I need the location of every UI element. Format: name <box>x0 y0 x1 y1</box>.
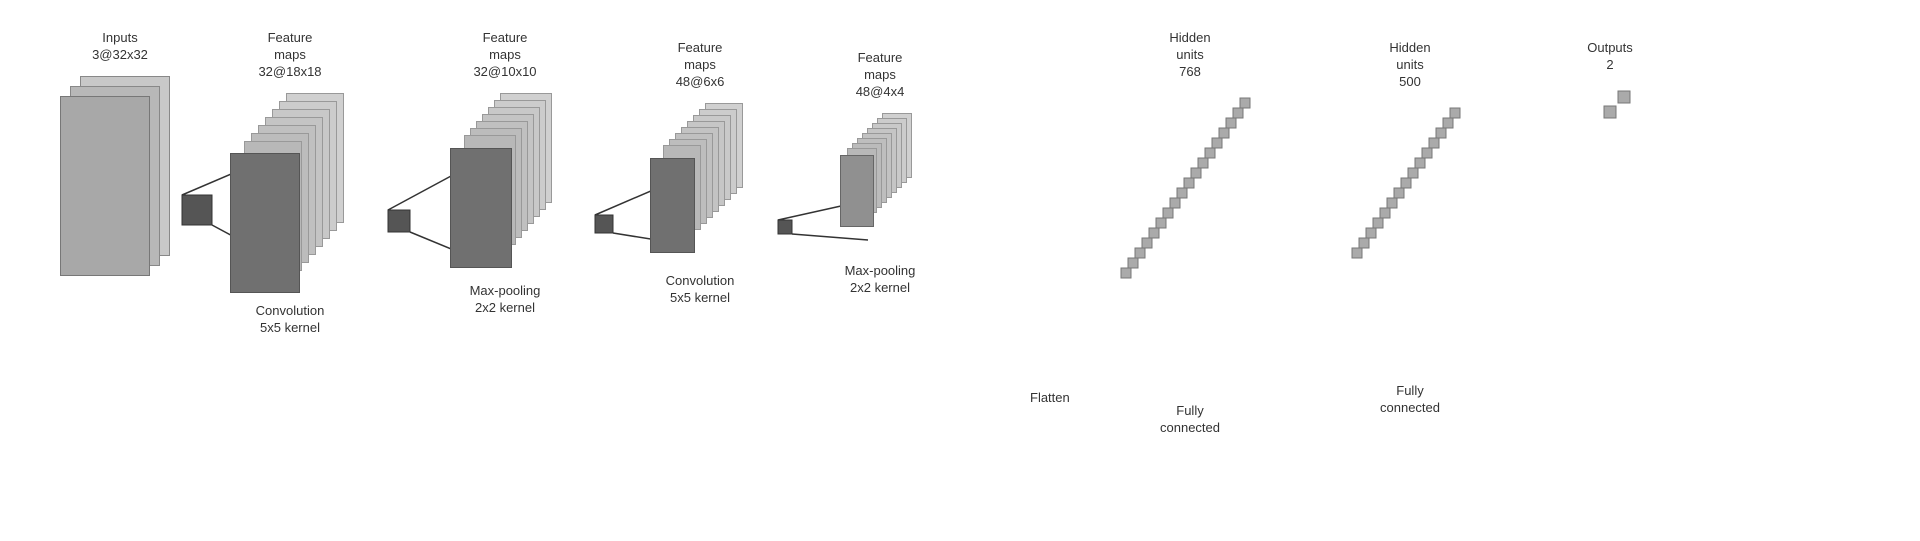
fc1-label-bottom: Fullyconnected <box>1160 403 1220 437</box>
fc1-label-top: Hiddenunits768 <box>1169 30 1210 81</box>
pool2-map-1 <box>840 155 874 227</box>
flatten-label: Flatten <box>1030 390 1070 407</box>
diagram-container: Inputs3@32x32 Featuremaps32@18x18 Convol… <box>0 0 1920 541</box>
conv1-label-top: Featuremaps32@18x18 <box>258 30 321 81</box>
pool1-layer: Featuremaps32@10x10 Max-pooling2x2 kerne… <box>450 30 560 316</box>
conv2-label-bottom: Convolution5x5 kernel <box>666 273 735 307</box>
outputs-units-svg <box>1580 86 1640 166</box>
fc1-units-svg <box>1120 93 1260 393</box>
pool2-label-top: Featuremaps48@4x4 <box>856 50 905 101</box>
pool2-layer: Featuremaps48@4x4 Max-pooling2x2 kernel <box>840 50 920 296</box>
conv2-layer: Featuremaps48@6x6 Convolution5x5 kernel <box>650 40 750 306</box>
conv1-map-1 <box>230 153 300 293</box>
pool1-label-bottom: Max-pooling2x2 kernel <box>470 283 541 317</box>
conv2-label-top: Featuremaps48@6x6 <box>676 40 725 91</box>
fc2-label-bottom: Fullyconnected <box>1380 383 1440 417</box>
inputs-label-top: Inputs3@32x32 <box>92 30 148 64</box>
pool1-label-top: Featuremaps32@10x10 <box>473 30 536 81</box>
fc2-units-svg <box>1350 103 1470 373</box>
outputs-layer: Outputs2 <box>1580 40 1640 166</box>
conv1-label-bottom: Convolution5x5 kernel <box>256 303 325 337</box>
pool1-map-1 <box>450 148 512 268</box>
input-map-1 <box>60 96 150 276</box>
conv2-map-1 <box>650 158 695 253</box>
outputs-label-top: Outputs2 <box>1587 40 1633 74</box>
inputs-layer: Inputs3@32x32 <box>60 30 180 276</box>
fc1-layer: Hiddenunits768 <box>1120 30 1260 436</box>
pool2-label-bottom: Max-pooling2x2 kernel <box>845 263 916 297</box>
flatten-layer: Flatten <box>1030 380 1070 407</box>
conv1-layer: Featuremaps32@18x18 Convolution5x5 kerne… <box>230 30 350 336</box>
fc2-label-top: Hiddenunits500 <box>1389 40 1430 91</box>
fc2-layer: Hiddenunits500 Fullyconnected <box>1350 40 1470 416</box>
